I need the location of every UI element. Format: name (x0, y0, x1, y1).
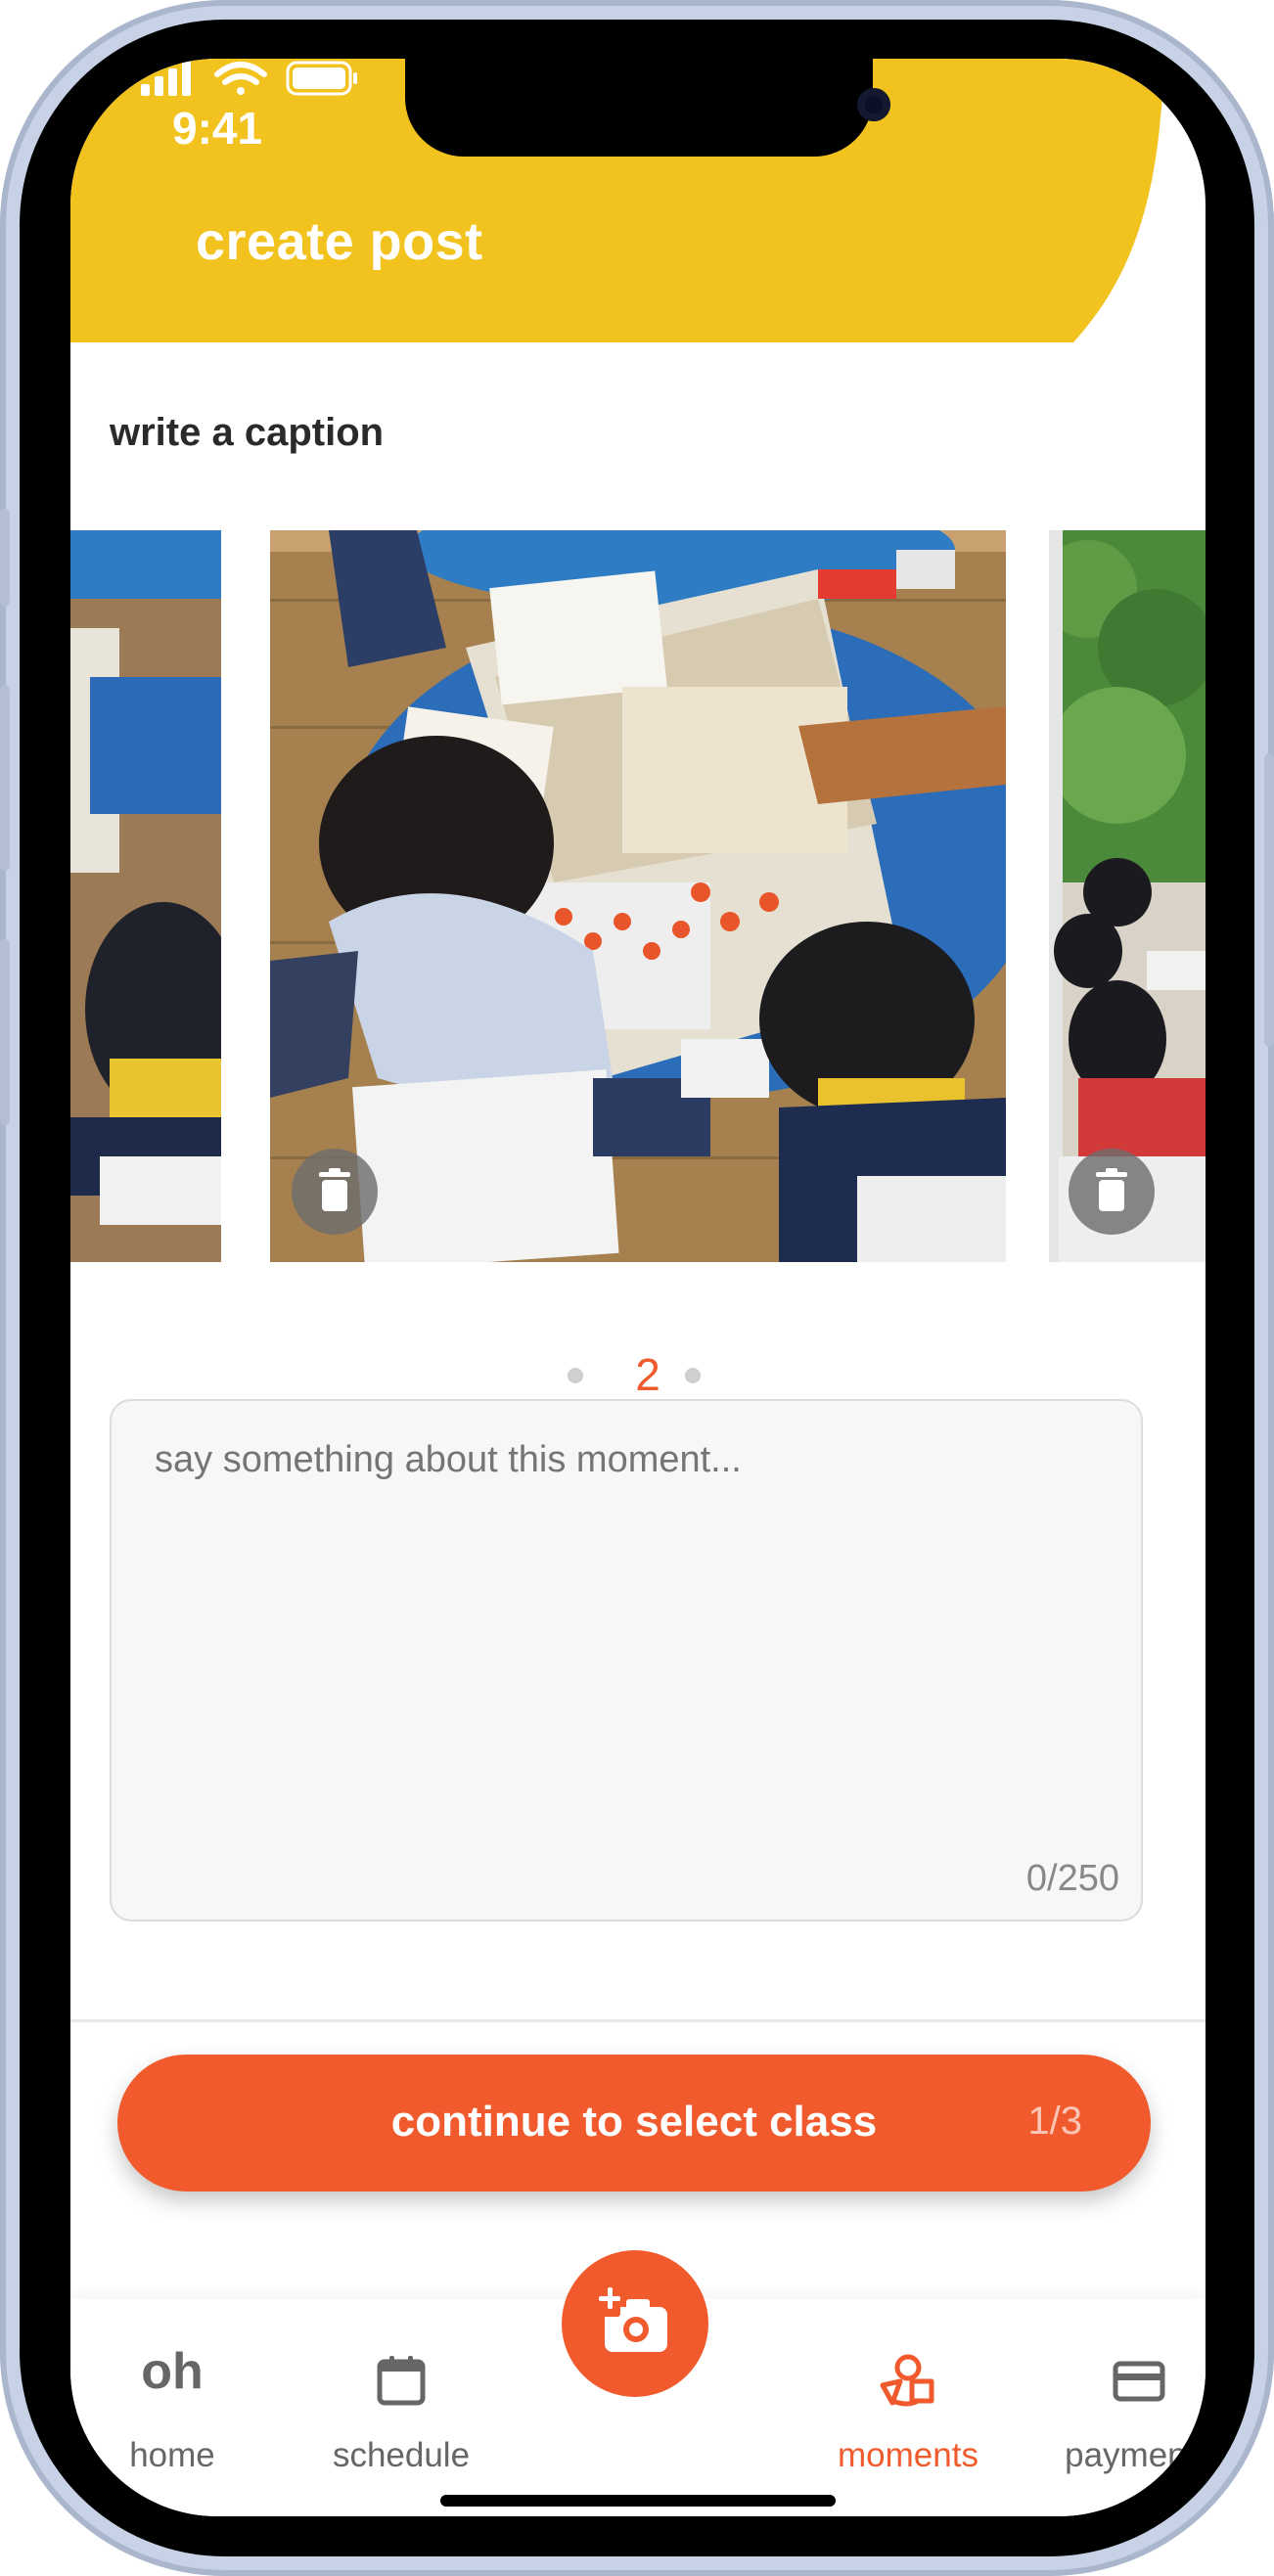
character-counter: 0/250 (1025, 1858, 1119, 1899)
divider (70, 2019, 1206, 2022)
photo-next[interactable] (1049, 530, 1206, 1262)
signal-icon (141, 61, 191, 96)
tab-home[interactable]: oh home (74, 2299, 270, 2475)
current-page-number: 2 (635, 1349, 660, 1400)
add-photo-button[interactable] (562, 2250, 708, 2397)
app-screen: 9:41 create post write a caption 2 say s… (70, 59, 1206, 2516)
notch (405, 59, 890, 157)
moments-icon (880, 2354, 934, 2407)
battery-icon (286, 61, 357, 96)
continue-button-label: continue to select class (390, 2098, 878, 2146)
caption-section-label: write a caption (110, 411, 385, 454)
tab-payments-label: payments (1065, 2436, 1206, 2474)
delete-photo-button[interactable] (292, 1149, 378, 1235)
tab-payments[interactable]: payments (1041, 2299, 1206, 2475)
tab-schedule[interactable]: schedule (303, 2299, 499, 2475)
caption-input[interactable] (153, 1438, 1096, 1482)
photo-current[interactable] (270, 530, 1006, 1262)
home-logo-icon: oh (141, 2343, 204, 2400)
tab-moments[interactable]: moments (810, 2299, 1006, 2475)
phone-frame: 9:41 create post write a caption 2 say s… (0, 0, 1274, 2576)
card-icon (1113, 2361, 1165, 2402)
trash-icon (1096, 1168, 1127, 1211)
phone-power-button (1264, 753, 1274, 1047)
tab-moments-label: moments (838, 2436, 978, 2474)
continue-button[interactable]: continue to select class 1/3 (117, 2055, 1151, 2192)
phone-mute-switch (0, 509, 10, 607)
status-time: 9:41 (172, 103, 263, 154)
calendar-icon (377, 2356, 426, 2406)
caption-textarea[interactable]: 0/250 (110, 1399, 1143, 1921)
trash-icon (319, 1168, 350, 1211)
phone-volume-down (0, 939, 10, 1125)
front-camera (857, 88, 890, 121)
tab-schedule-label: schedule (332, 2436, 471, 2474)
page-dot-previous[interactable] (568, 1368, 583, 1383)
step-indicator: 1/3 (1027, 2100, 1082, 2143)
photo-previous[interactable] (70, 530, 221, 1262)
tab-home-label: home (129, 2436, 215, 2474)
page-dot-next[interactable] (685, 1368, 701, 1383)
carousel-pagination: 2 (70, 1348, 1206, 1407)
add-camera-icon (599, 2287, 667, 2352)
home-indicator (440, 2495, 836, 2507)
wifi-icon (214, 62, 267, 95)
delete-photo-button[interactable] (1069, 1149, 1155, 1235)
back-arrow-icon[interactable] (70, 59, 133, 117)
phone-volume-up (0, 685, 10, 871)
page-title: create post (196, 212, 483, 271)
